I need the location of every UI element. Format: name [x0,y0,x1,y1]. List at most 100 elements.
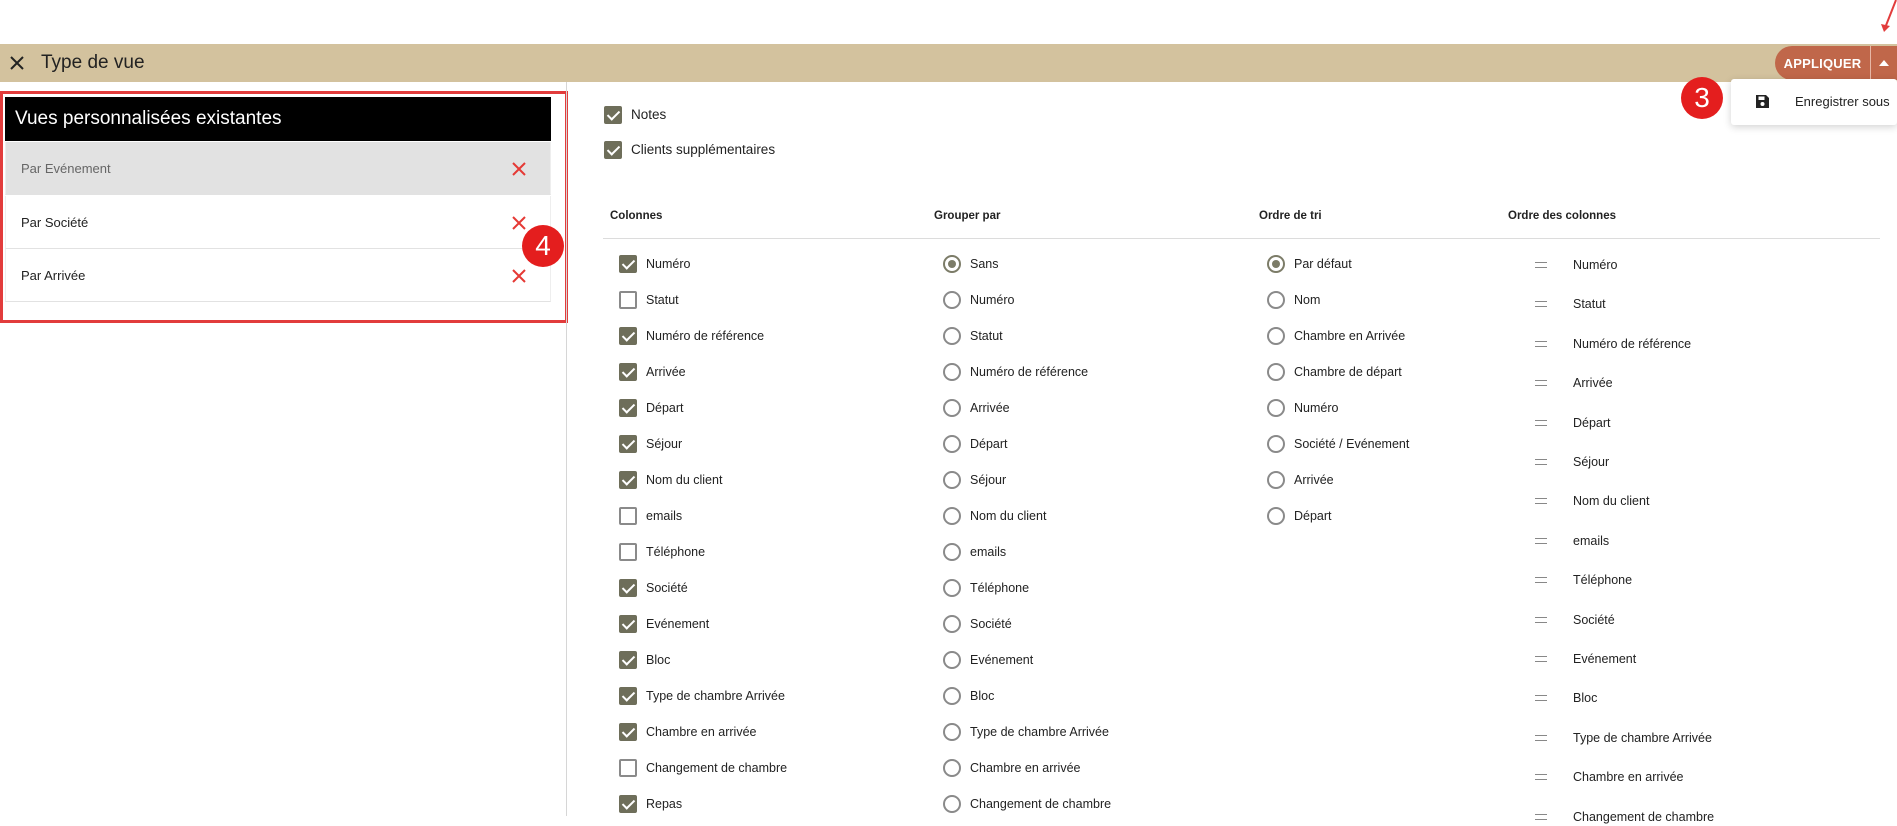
sort-order-radio[interactable] [1267,399,1285,417]
column-checkbox[interactable] [619,435,637,453]
column-checkbox[interactable] [619,687,637,705]
notes-checkbox[interactable] [604,106,622,124]
saved-view-item[interactable]: Par Evénement [5,142,551,195]
sort-order-radio[interactable] [1267,363,1285,381]
column-label: Evénement [646,617,710,631]
column-checkbox[interactable] [619,795,637,813]
group-by-label: Numéro [970,293,1015,307]
drag-handle-icon[interactable] [1535,617,1547,623]
apply-dropdown-menu: Enregistrer sous [1731,79,1897,125]
group-by-radio[interactable] [943,543,961,561]
column-checkbox[interactable] [619,255,637,273]
group-by-label: Départ [970,437,1008,451]
drag-handle-icon[interactable] [1535,498,1547,504]
group-by-radio[interactable] [943,687,961,705]
group-by-radio[interactable] [943,327,961,345]
column-checkbox[interactable] [619,471,637,489]
apply-menu-toggle[interactable] [1871,46,1897,80]
group-by-label: Evénement [970,653,1034,667]
sort-order-label: Chambre en Arrivée [1294,329,1406,343]
drag-handle-icon[interactable] [1535,814,1547,820]
saved-view-item[interactable]: Par Société [5,196,551,249]
group-by-header: Grouper par [934,210,1001,222]
group-by-radio[interactable] [943,255,961,273]
columns-header: Colonnes [610,210,663,222]
group-by-radio[interactable] [943,651,961,669]
delete-view-icon[interactable] [510,142,528,195]
column-label: emails [646,509,683,523]
group-by-radio[interactable] [943,291,961,309]
drag-handle-icon[interactable] [1535,695,1547,701]
sort-order-radio[interactable] [1267,255,1285,273]
column-order-label: Evénement [1573,652,1637,666]
sort-order-label: Départ [1294,509,1332,523]
column-label: Chambre en arrivée [646,725,757,739]
save-as-menu-item[interactable]: Enregistrer sous [1731,79,1897,125]
drag-handle-icon[interactable] [1535,774,1547,780]
sort-order-radio[interactable] [1267,471,1285,489]
column-checkbox[interactable] [619,399,637,417]
column-label: Bloc [646,653,671,667]
group-by-radio[interactable] [943,795,961,813]
sort-order-radio[interactable] [1267,327,1285,345]
column-checkbox[interactable] [619,651,637,669]
column-checkbox[interactable] [619,579,637,597]
sort-order-radio[interactable] [1267,507,1285,525]
column-checkbox[interactable] [619,291,637,309]
column-label: Statut [646,293,679,307]
column-checkbox[interactable] [619,543,637,561]
group-by-radio[interactable] [943,435,961,453]
group-by-label: Numéro de référence [970,365,1089,379]
column-label: Séjour [646,437,683,451]
group-by-radio[interactable] [943,471,961,489]
annotation-badge-3: 3 [1681,77,1723,119]
apply-button[interactable]: APPLIQUER [1775,46,1870,80]
group-by-radio[interactable] [943,615,961,633]
header-divider [603,238,1880,239]
panel-divider [566,82,567,816]
column-order-label: Numéro [1573,258,1618,272]
column-order-label: Nom du client [1573,494,1650,508]
save-icon [1756,95,1769,108]
close-icon[interactable] [6,44,28,82]
drag-handle-icon[interactable] [1535,380,1547,386]
column-label: Arrivée [646,365,686,379]
drag-handle-icon[interactable] [1535,538,1547,544]
saved-view-item[interactable]: Par Arrivée [5,249,551,302]
drag-handle-icon[interactable] [1535,341,1547,347]
drag-handle-icon[interactable] [1535,262,1547,268]
group-by-label: Arrivée [970,401,1010,415]
column-checkbox[interactable] [619,507,637,525]
column-label: Départ [646,401,684,415]
group-by-radio[interactable] [943,399,961,417]
notes-label: Notes [631,107,667,122]
column-checkbox[interactable] [619,363,637,381]
sort-order-radio[interactable] [1267,435,1285,453]
group-by-radio[interactable] [943,579,961,597]
group-by-radio[interactable] [943,507,961,525]
extra-clients-checkbox[interactable] [604,141,622,159]
group-by-radio[interactable] [943,759,961,777]
sort-order-label: Chambre de départ [1294,365,1402,379]
group-by-label: Nom du client [970,509,1047,523]
column-label: Changement de chambre [646,761,788,775]
group-by-radio[interactable] [943,363,961,381]
sort-order-label: Numéro [1294,401,1339,415]
saved-view-label: Par Evénement [21,161,111,176]
sort-order-radio[interactable] [1267,291,1285,309]
column-label: Téléphone [646,545,706,559]
column-checkbox[interactable] [619,723,637,741]
drag-handle-icon[interactable] [1535,577,1547,583]
group-by-label: emails [970,545,1007,559]
saved-views-title: Vues personnalisées existantes [5,97,551,141]
group-by-radio[interactable] [943,723,961,741]
column-checkbox[interactable] [619,327,637,345]
column-checkbox[interactable] [619,759,637,777]
column-checkbox[interactable] [619,615,637,633]
drag-handle-icon[interactable] [1535,301,1547,307]
group-by-label: Sans [970,257,999,271]
drag-handle-icon[interactable] [1535,735,1547,741]
drag-handle-icon[interactable] [1535,656,1547,662]
drag-handle-icon[interactable] [1535,420,1547,426]
drag-handle-icon[interactable] [1535,459,1547,465]
